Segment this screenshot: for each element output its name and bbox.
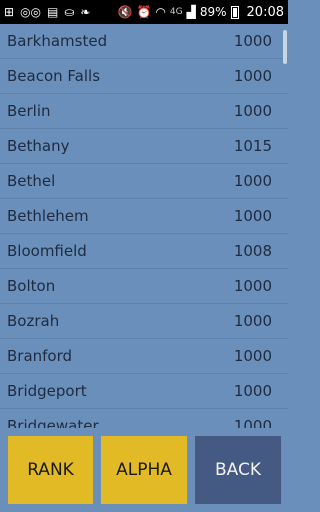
back-button[interactable]: BACK: [195, 436, 281, 504]
signal-icon: ▟: [186, 5, 196, 19]
battery-percent: 89%: [199, 5, 227, 19]
status-left-icons: ⊞ ◎◎ ▤ ⛀ ❧: [4, 6, 90, 18]
list-item[interactable]: Bridgeport 1000: [0, 374, 288, 409]
list-item[interactable]: Bethel 1000: [0, 164, 288, 199]
town-value: 1000: [233, 102, 272, 120]
town-value: 1000: [233, 382, 272, 400]
list-item[interactable]: Berlin 1000: [0, 94, 288, 129]
town-name: Bolton: [7, 277, 56, 295]
town-value: 1008: [233, 242, 272, 260]
town-name: Bloomfield: [7, 242, 87, 260]
town-name: Barkhamsted: [7, 32, 108, 50]
status-bar: ⊞ ◎◎ ▤ ⛀ ❧ 🔇 ⏰ ◠ 4G ▟ 89% 20:08: [0, 0, 288, 24]
voicemail-icon: ◎◎: [20, 5, 42, 19]
alarm-icon: ⏰: [136, 5, 152, 19]
volume-off-icon: 🔇: [117, 5, 133, 19]
network-label: 4G: [169, 7, 183, 17]
incognito-icon: ⛀: [64, 5, 75, 19]
town-value: 1000: [233, 347, 272, 365]
town-name: Branford: [7, 347, 73, 365]
list-item[interactable]: Bethlehem 1000: [0, 199, 288, 234]
list-item[interactable]: Branford 1000: [0, 339, 288, 374]
alpha-button[interactable]: ALPHA: [101, 436, 187, 504]
wifi-icon: ◠: [155, 5, 166, 19]
town-value: 1000: [233, 312, 272, 330]
town-name: Beacon Falls: [7, 67, 101, 85]
town-name: Bethlehem: [7, 207, 89, 225]
scrollbar[interactable]: [283, 30, 287, 64]
list-item[interactable]: Bridgewater 1000: [0, 409, 288, 428]
battery-icon: [230, 5, 239, 19]
town-value: 1000: [233, 417, 272, 428]
town-name: Bethany: [7, 137, 70, 155]
list-item[interactable]: Beacon Falls 1000: [0, 59, 288, 94]
app-screen: ⊞ ◎◎ ▤ ⛀ ❧ 🔇 ⏰ ◠ 4G ▟ 89% 20:08 Barkhams…: [0, 0, 288, 512]
town-value: 1000: [233, 172, 272, 190]
town-value: 1015: [233, 137, 272, 155]
town-value: 1000: [233, 32, 272, 50]
town-value: 1000: [233, 207, 272, 225]
town-value: 1000: [233, 67, 272, 85]
town-value: 1000: [233, 277, 272, 295]
status-right-icons: 🔇 ⏰ ◠ 4G ▟ 89% 20:08: [118, 5, 284, 20]
list-item[interactable]: Barkhamsted 1000: [0, 24, 288, 59]
list-item[interactable]: Bolton 1000: [0, 269, 288, 304]
town-list[interactable]: Barkhamsted 1000 Beacon Falls 1000 Berlin 100…: [0, 24, 288, 428]
list-item[interactable]: Bloomfield 1008: [0, 234, 288, 269]
list-item[interactable]: Bozrah 1000: [0, 304, 288, 339]
rank-button[interactable]: RANK: [8, 436, 93, 504]
town-name: Bridgeport: [7, 382, 87, 400]
town-name: Bethel: [7, 172, 56, 190]
town-name: Berlin: [7, 102, 51, 120]
bottom-bar: RANK ALPHA BACK: [0, 428, 288, 512]
leaf-icon: ❧: [80, 5, 91, 19]
town-name: Bozrah: [7, 312, 60, 330]
plus-box-icon: ⊞: [4, 5, 15, 19]
list-item[interactable]: Bethany 1015: [0, 129, 288, 164]
town-name: Bridgewater: [7, 417, 99, 428]
clock: 20:08: [246, 4, 284, 20]
chat-icon: ▤: [47, 5, 59, 19]
